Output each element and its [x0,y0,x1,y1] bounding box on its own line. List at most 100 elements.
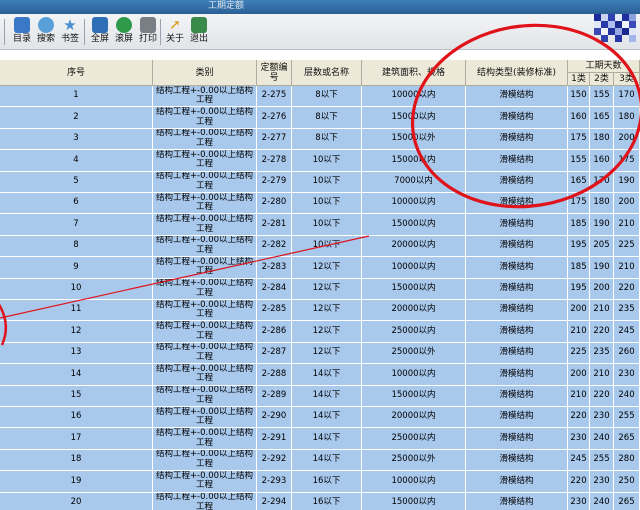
cell-days-class3: 255 [614,407,640,429]
header-days[interactable]: 工期天数 [568,60,640,73]
cell-seq: 17 [0,428,153,450]
cell-category: 结构工程+-0.00以上结构工程 [153,107,257,129]
header-class2[interactable]: 2类 [590,73,614,86]
data-table[interactable]: 序号 类别 定额编号 层数或名称 建筑面积、规格 结构类型(装修标准) 工期天数… [0,60,640,510]
toolbar-separator [84,19,85,45]
table-row[interactable]: 1 结构工程+-0.00以上结构工程 2-275 8以下 10000以内 滑模结构 150 1… [0,86,640,108]
cell-seq: 13 [0,342,153,365]
cell-floors: 12以下 [292,300,362,322]
cell-days-class3: 175 [614,150,640,172]
cell-code: 2-276 [257,107,292,129]
cell-floors: 10以下 [292,214,362,236]
cell-area: 25000以内 [362,321,466,343]
cell-code: 2-294 [257,492,292,510]
cell-area: 10000以内 [362,193,466,215]
cell-structure: 滑模结构 [466,428,568,450]
about-button[interactable]: ➚ 关于 [162,16,188,48]
about-label: 关于 [165,34,184,44]
cell-code: 2-280 [257,193,292,215]
cell-category: 结构工程+-0.00以上结构工程 [153,321,257,343]
header-structure[interactable]: 结构类型(装修标准) [466,60,568,86]
cell-code: 2-278 [257,150,292,172]
cell-floors: 10以下 [292,150,362,172]
cell-seq: 16 [0,407,153,429]
cell-days-class3: 220 [614,278,640,300]
table-row[interactable]: 14 结构工程+-0.00以上结构工程 2-288 14以下 10000以内 滑模结构 20… [0,364,640,386]
cell-days-class1: 200 [568,364,590,386]
cell-days-class2: 180 [590,193,614,215]
cell-floors: 10以下 [292,171,362,193]
table-row[interactable]: 12 结构工程+-0.00以上结构工程 2-286 12以下 25000以内 滑模结构 21… [0,321,640,343]
table-row[interactable]: 8 结构工程+-0.00以上结构工程 2-282 10以下 20000以内 滑模结构 195… [0,235,640,258]
header-class1[interactable]: 1类 [568,73,590,86]
cell-days-class3: 240 [614,385,640,407]
header-code[interactable]: 定额编号 [257,60,292,86]
cell-floors: 14以下 [292,449,362,472]
cell-code: 2-289 [257,385,292,407]
header-category[interactable]: 类别 [153,60,257,86]
spacer [0,51,640,60]
cell-days-class1: 200 [568,300,590,322]
table-row[interactable]: 19 结构工程+-0.00以上结构工程 2-293 16以下 10000以内 滑模结构 22… [0,471,640,493]
table-row[interactable]: 10 结构工程+-0.00以上结构工程 2-284 12以下 15000以内 滑模结构 19… [0,278,640,300]
search-button[interactable]: 搜索 [33,16,59,48]
header-area[interactable]: 建筑面积、规格 [362,60,466,86]
cell-days-class2: 200 [590,278,614,300]
table-row[interactable]: 16 结构工程+-0.00以上结构工程 2-290 14以下 20000以内 滑模结构 22… [0,407,640,429]
cell-days-class2: 230 [590,407,614,429]
cell-category: 结构工程+-0.00以上结构工程 [153,364,257,386]
table-row[interactable]: 11 结构工程+-0.00以上结构工程 2-285 12以下 20000以内 滑模结构 20… [0,300,640,322]
table-row[interactable]: 15 结构工程+-0.00以上结构工程 2-289 14以下 15000以内 滑模结构 21… [0,385,640,407]
exit-button[interactable]: 退出 [186,16,212,48]
fullscreen-button[interactable]: 全屏 [87,16,113,48]
cell-area: 15000以内 [362,278,466,300]
table-row[interactable]: 5 结构工程+-0.00以上结构工程 2-279 10以下 7000以内 滑模结构 165 1… [0,171,640,193]
table-row[interactable]: 4 结构工程+-0.00以上结构工程 2-278 10以下 15000以内 滑模结构 155… [0,150,640,172]
table-row[interactable]: 7 结构工程+-0.00以上结构工程 2-281 10以下 15000以内 滑模结构 185… [0,214,640,236]
cell-area: 25000以外 [362,449,466,472]
scroll-button[interactable]: 滚屏 [111,16,137,48]
header-seq[interactable]: 序号 [0,60,153,86]
exit-label: 退出 [189,34,208,44]
table-row[interactable]: 3 结构工程+-0.00以上结构工程 2-277 8以下 15000以外 滑模结构 175 1… [0,128,640,151]
cell-code: 2-287 [257,342,292,365]
cell-structure: 滑模结构 [466,364,568,386]
table-row[interactable]: 17 结构工程+-0.00以上结构工程 2-291 14以下 25000以内 滑模结构 23… [0,428,640,450]
print-button[interactable]: 打印 [135,16,161,48]
cell-seq: 3 [0,128,153,151]
table-row[interactable]: 9 结构工程+-0.00以上结构工程 2-283 12以下 10000以内 滑模结构 185… [0,257,640,279]
cell-floors: 10以下 [292,193,362,215]
cell-days-class1: 155 [568,150,590,172]
cell-days-class1: 185 [568,214,590,236]
catalog-button[interactable]: 目录 [9,16,35,48]
cell-code: 2-281 [257,214,292,236]
header-floors[interactable]: 层数或名称 [292,60,362,86]
header-class3[interactable]: 3类 [614,73,640,86]
table-row[interactable]: 2 结构工程+-0.00以上结构工程 2-276 8以下 15000以内 滑模结构 160 1… [0,107,640,129]
cell-category: 结构工程+-0.00以上结构工程 [153,385,257,407]
cell-area: 10000以内 [362,364,466,386]
cell-area: 10000以内 [362,86,466,108]
table-header: 序号 类别 定额编号 层数或名称 建筑面积、规格 结构类型(装修标准) 工期天数… [0,60,640,86]
cell-seq: 9 [0,257,153,279]
table-row[interactable]: 13 结构工程+-0.00以上结构工程 2-287 12以下 25000以外 滑模结构 22… [0,342,640,365]
cell-seq: 10 [0,278,153,300]
table-row[interactable]: 6 结构工程+-0.00以上结构工程 2-280 10以下 10000以内 滑模结构 175… [0,193,640,215]
cell-structure: 滑模结构 [466,471,568,493]
cell-days-class3: 250 [614,471,640,493]
cell-code: 2-285 [257,300,292,322]
cell-seq: 15 [0,385,153,407]
cell-area: 10000以内 [362,471,466,493]
toolbar: 目录 搜索 ★ 书签 全屏 滚屏 打印 ➚ 关于 退出 [0,14,640,50]
cell-area: 25000以外 [362,342,466,365]
toolbar-separator [160,19,161,45]
cell-area: 15000以内 [362,214,466,236]
cell-area: 7000以内 [362,171,466,193]
table-row[interactable]: 18 结构工程+-0.00以上结构工程 2-292 14以下 25000以外 滑模结构 24… [0,449,640,472]
cell-floors: 12以下 [292,257,362,279]
bookmark-button[interactable]: ★ 书签 [57,16,83,48]
cell-category: 结构工程+-0.00以上结构工程 [153,471,257,493]
cell-days-class2: 210 [590,300,614,322]
cell-days-class1: 185 [568,257,590,279]
table-row[interactable]: 20 结构工程+-0.00以上结构工程 2-294 16以下 15000以内 滑模结构 23… [0,492,640,510]
